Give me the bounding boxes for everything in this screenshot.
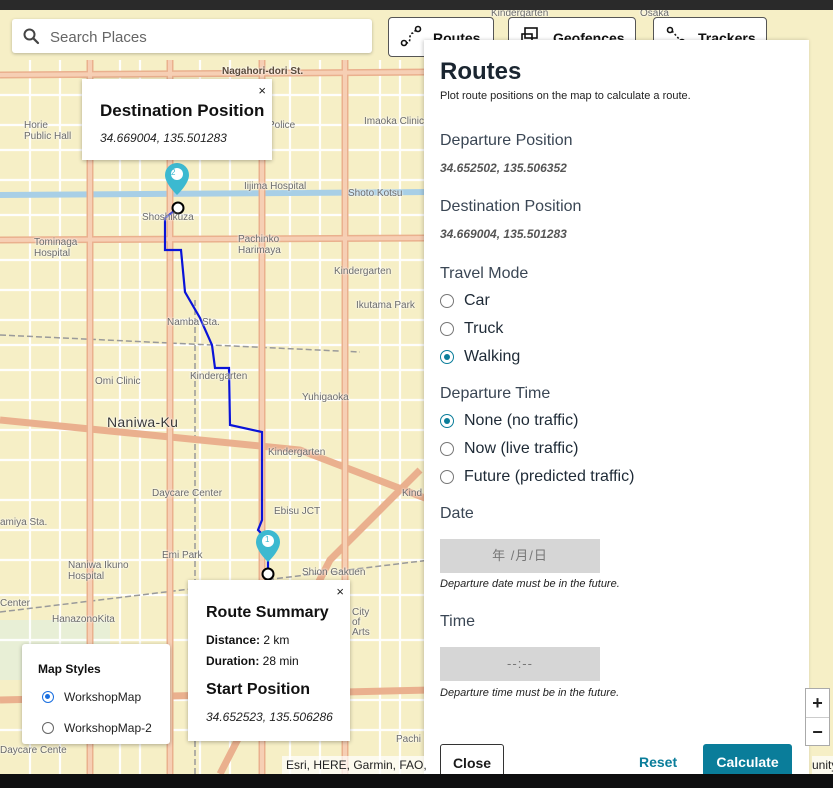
search-box[interactable] xyxy=(12,19,372,53)
start-point xyxy=(261,567,275,581)
radio-button[interactable] xyxy=(440,470,454,484)
panel-subtitle: Plot route positions on the map to calcu… xyxy=(440,90,691,102)
start-position-title: Start Position xyxy=(206,681,311,698)
map-label: Kindergarten xyxy=(190,371,248,382)
radio-button[interactable] xyxy=(440,322,454,336)
map-label: Naniwa-Ku xyxy=(107,414,179,430)
date-input[interactable]: 年 /月/日 xyxy=(440,539,600,573)
routes-panel: Routes Plot route positions on the map t… xyxy=(424,40,809,774)
map-label: Center xyxy=(0,598,31,609)
map-label: Naniwa Ikuno Hospital xyxy=(68,560,129,582)
time-label: Time xyxy=(440,613,475,630)
close-icon[interactable]: × xyxy=(336,584,344,599)
zoom-control: + − xyxy=(805,688,830,746)
map-label: Nagahori-dori St. xyxy=(222,66,304,77)
map-label: Ikutama Park xyxy=(356,300,415,311)
map-label: Kindergarten xyxy=(268,447,326,458)
travel-mode-label: Travel Mode xyxy=(440,265,529,282)
map-label: Ebisu JCT xyxy=(274,506,321,517)
date-label: Date xyxy=(440,505,474,522)
close-button[interactable]: Close xyxy=(440,744,504,774)
close-icon[interactable]: × xyxy=(258,83,266,98)
map-attribution-right: unity xyxy=(812,756,833,774)
map-styles-title: Map Styles xyxy=(38,662,101,676)
radio-button[interactable] xyxy=(440,350,454,364)
departure-position-label: Departure Position xyxy=(440,132,573,149)
map-label: Pachi xyxy=(396,734,422,745)
search-icon xyxy=(23,28,40,45)
departure-position-value: 34.652502, 135.506352 xyxy=(440,161,567,175)
map-label: Namba Sta. xyxy=(167,317,220,328)
reset-button[interactable]: Reset xyxy=(639,754,677,770)
time-note: Departure time must be in the future. xyxy=(440,687,620,699)
map-label: Iijima Hospital xyxy=(244,181,307,192)
map-label: Kind xyxy=(402,488,423,499)
map-label: Shoshikuza xyxy=(142,212,194,223)
map-label: Pachinko Harimaya xyxy=(238,234,281,256)
zoom-out-button[interactable]: − xyxy=(806,717,829,746)
route-summary-title: Route Summary xyxy=(206,604,329,621)
map-label: Tominaga Hospital xyxy=(34,237,78,259)
route-icon xyxy=(400,25,422,47)
map-label: City of Arts xyxy=(352,607,370,638)
map-label: Daycare Cente xyxy=(0,745,67,756)
destination-popup-coords: 34.669004, 135.501283 xyxy=(100,131,227,145)
time-input[interactable]: --:-- xyxy=(440,647,600,681)
map-label: amiya Sta. xyxy=(0,517,48,528)
radio-button[interactable] xyxy=(42,691,54,703)
date-note: Departure date must be in the future. xyxy=(440,578,620,590)
duration-row: Duration: 28 min xyxy=(206,654,299,668)
distance-row: Distance: 2 km xyxy=(206,633,290,647)
radio-button[interactable] xyxy=(42,722,54,734)
map-label: Police xyxy=(268,120,296,131)
zoom-in-button[interactable]: + xyxy=(806,689,829,717)
destination-popup-title: Destination Position xyxy=(100,101,265,120)
map-label: Kindergarten xyxy=(334,266,392,277)
map-label: Shion Gakuen xyxy=(302,567,366,578)
destination-popup: × Destination Position 34.669004, 135.50… xyxy=(82,79,272,160)
map-attribution: Esri, HERE, Garmin, FAO, xyxy=(282,756,431,774)
radio-button[interactable] xyxy=(440,294,454,308)
destination-marker-number: 2 xyxy=(171,168,176,177)
destination-position-label: Destination Position xyxy=(440,198,582,215)
search-input[interactable] xyxy=(48,25,362,49)
map-label: Shoto Kotsu xyxy=(348,188,403,199)
radio-button[interactable] xyxy=(440,442,454,456)
radio-button[interactable] xyxy=(440,414,454,428)
start-position-coords: 34.652523, 135.506286 xyxy=(206,710,333,724)
map-label: Yuhigaoka xyxy=(302,392,349,403)
panel-title: Routes xyxy=(440,58,522,85)
map-styles-panel: Map Styles WorkshopMap WorkshopMap-2 xyxy=(22,644,170,744)
start-marker-number: 1 xyxy=(265,535,270,544)
map-label: HanazonoKita xyxy=(52,614,115,625)
map-label: Omi Clinic xyxy=(95,376,141,387)
map-label: Daycare Center xyxy=(152,488,223,499)
map-label: Imaoka Clinic xyxy=(364,116,425,127)
top-strip xyxy=(0,0,833,10)
destination-position-value: 34.669004, 135.501283 xyxy=(440,227,567,241)
map-label: Emi Park xyxy=(162,550,203,561)
route-summary-popup: × Route Summary Distance: 2 km Duration:… xyxy=(188,580,350,741)
map-label: Horie Public Hall xyxy=(24,120,72,142)
calculate-button[interactable]: Calculate xyxy=(703,744,792,774)
departure-time-label: Departure Time xyxy=(440,385,551,402)
